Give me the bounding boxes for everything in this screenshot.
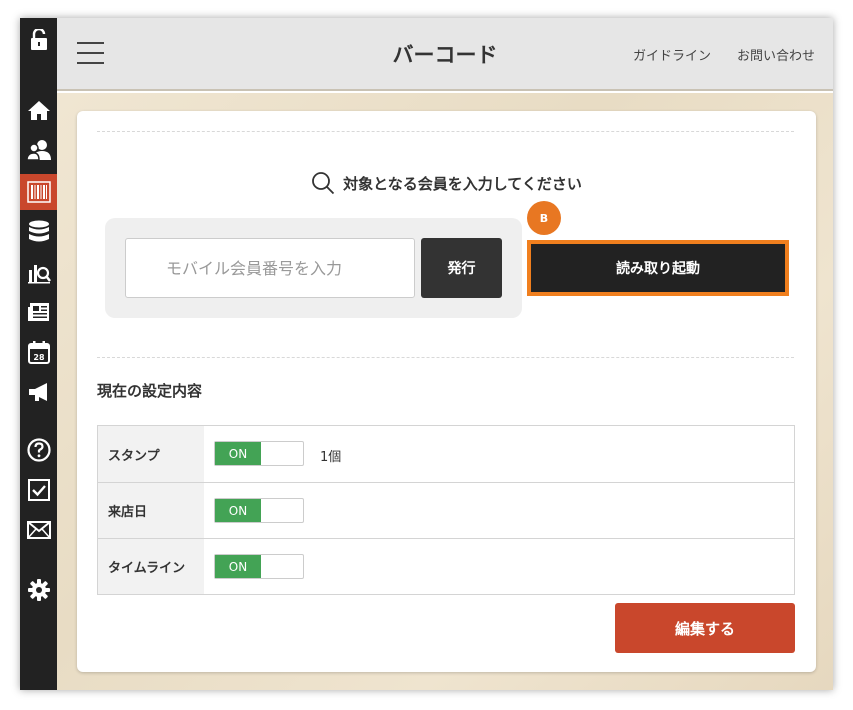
menu-icon[interactable] [77,42,104,64]
settings-row-timeline: タイムライン ON [98,538,794,594]
row-label: スタンプ [98,426,204,482]
start-scan-button[interactable]: 読み取り起動 [527,240,789,296]
prompt-text: 対象となる会員を入力してください [343,174,582,193]
content-area: 対象となる会員を入力してください 発行 B 読み取り起動 現在の設定内容 スタン… [57,93,833,690]
sidebar: 28 [20,18,57,690]
member-prompt: 対象となる会員を入力してください [77,171,816,195]
visit-date-toggle[interactable]: ON [214,498,304,523]
timeline-toggle[interactable]: ON [214,554,304,579]
toggle-on-label: ON [215,555,261,578]
app-window: 28 バーコード ガイドライン お問い合わせ 対象となる会員を入力してください … [20,18,833,690]
gear-icon[interactable] [20,574,57,606]
page-title: バーコード [392,43,498,67]
settings-row-stamp: スタンプ ON 1個 [98,426,794,482]
guideline-link[interactable]: ガイドライン [633,45,711,64]
member-number-input[interactable] [125,238,415,298]
news-icon[interactable] [20,296,57,328]
megaphone-icon[interactable] [20,376,57,408]
mail-icon[interactable] [20,514,57,546]
calendar-icon[interactable]: 28 [20,336,57,368]
members-icon[interactable] [20,134,57,166]
top-bar: バーコード ガイドライン お問い合わせ [57,18,833,91]
toggle-on-label: ON [215,499,261,522]
divider [97,357,794,358]
step-badge: B [527,201,561,235]
home-icon[interactable] [20,94,57,126]
search-icon [312,172,335,195]
divider [97,131,794,132]
stamp-count: 1個 [320,450,342,465]
barcode-card: 対象となる会員を入力してください 発行 B 読み取り起動 現在の設定内容 スタン… [77,111,816,672]
help-icon[interactable] [20,434,57,466]
checkbox-icon[interactable] [20,474,57,506]
unlock-icon[interactable] [20,24,57,56]
settings-row-visit-date: 来店日 ON [98,482,794,538]
analytics-icon[interactable] [20,256,57,288]
issue-button[interactable]: 発行 [421,238,502,298]
svg-text:28: 28 [33,353,45,362]
row-label: 来店日 [98,483,204,538]
database-icon[interactable] [20,216,57,248]
row-label: タイムライン [98,539,204,594]
stamp-toggle[interactable]: ON [214,441,304,466]
contact-link[interactable]: お問い合わせ [737,45,815,64]
edit-button[interactable]: 編集する [615,603,795,653]
settings-heading: 現在の設定内容 [97,382,203,400]
settings-table: スタンプ ON 1個 来店日 ON タイムライン ON [97,425,795,595]
member-input-panel: 発行 [105,218,522,318]
barcode-icon[interactable] [20,174,57,210]
toggle-on-label: ON [215,442,261,465]
